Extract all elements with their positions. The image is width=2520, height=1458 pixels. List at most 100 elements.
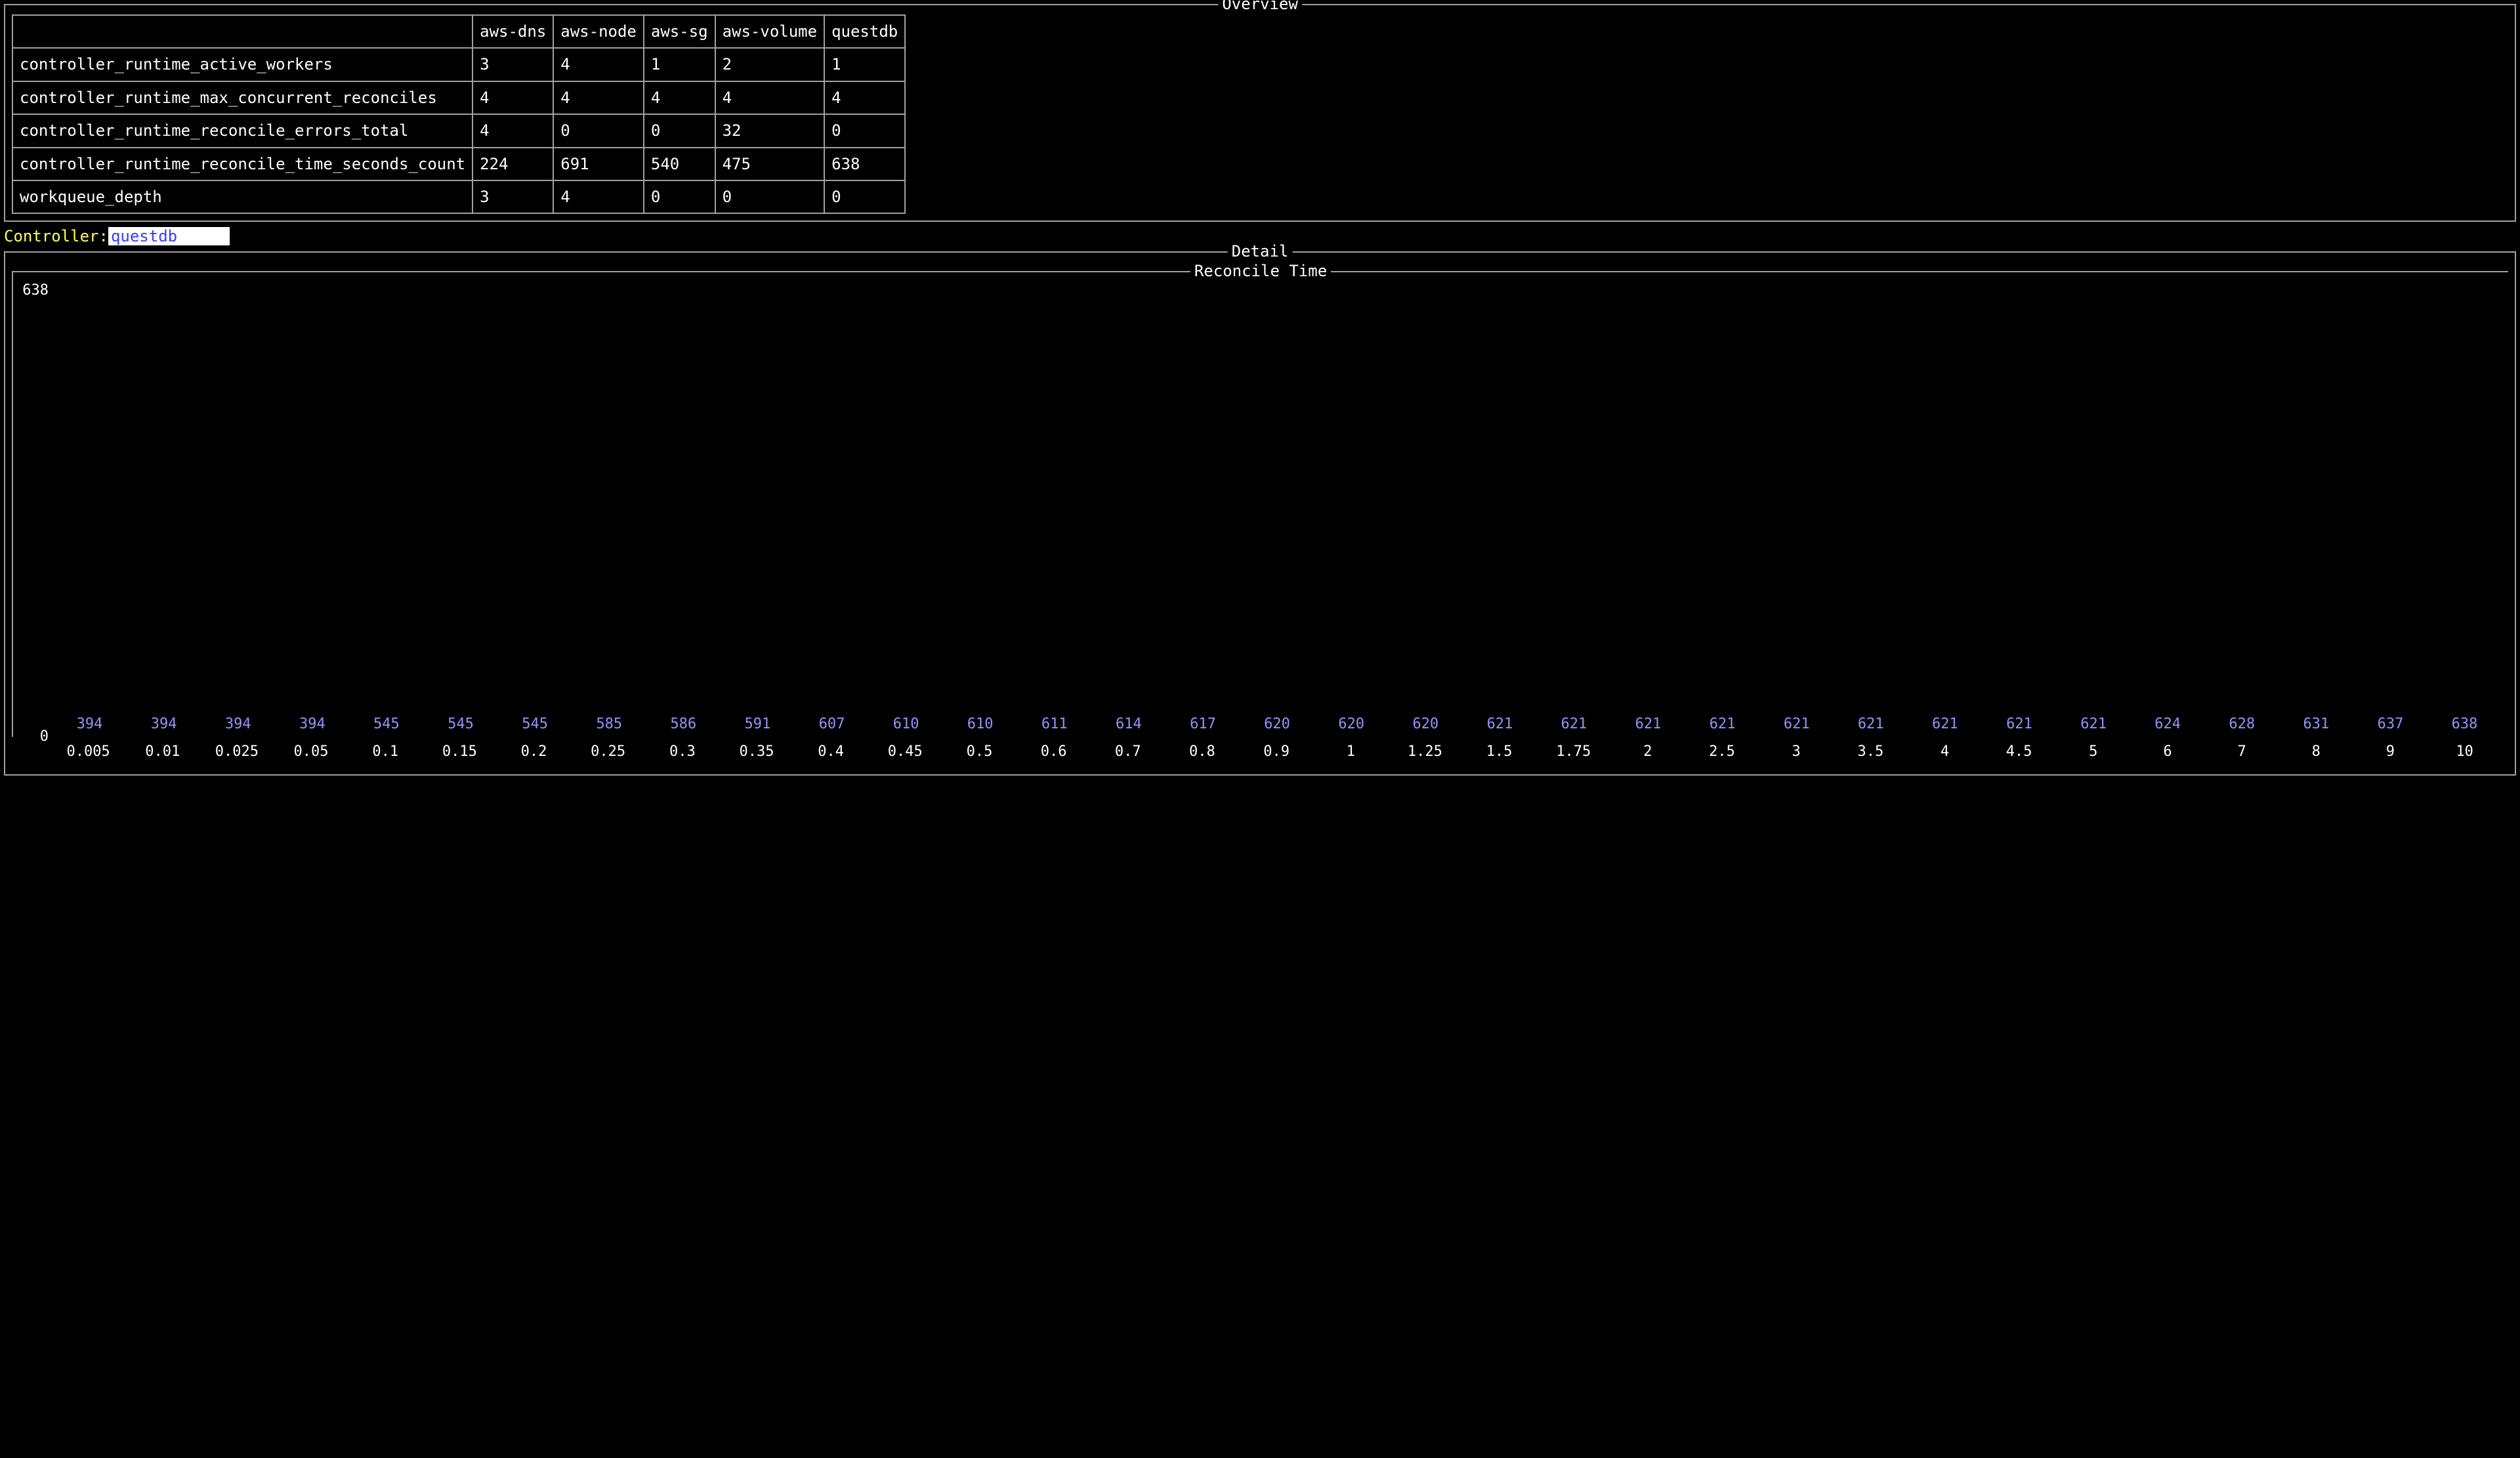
chart-bar-value: 621	[1784, 715, 1810, 734]
metric-value: 4	[553, 48, 644, 81]
chart-bar-column: 638	[2427, 715, 2502, 737]
chart-bar-value: 610	[893, 715, 919, 734]
chart-x-tick: 0.8	[1165, 742, 1239, 762]
chart-x-tick: 0.01	[125, 742, 200, 762]
chart-bar-value: 631	[2303, 715, 2329, 734]
chart-bar-value: 621	[2006, 715, 2032, 734]
chart-bar-column: 628	[2205, 715, 2279, 737]
chart-x-tick: 0.05	[274, 742, 348, 762]
table-header: aws-dns	[472, 15, 553, 48]
chart-x-tick: 1	[1314, 742, 1388, 762]
metric-value: 0	[824, 180, 905, 213]
chart-bar-value: 394	[151, 715, 177, 734]
table-header: questdb	[824, 15, 905, 48]
chart-x-tick: 0.9	[1240, 742, 1314, 762]
controller-input[interactable]: questdb	[108, 227, 230, 245]
metric-value: 224	[472, 148, 553, 180]
overview-title: Overview	[1218, 0, 1302, 14]
metric-value: 0	[824, 114, 905, 147]
metric-value: 2	[715, 48, 825, 81]
chart-bar-value: 586	[670, 715, 696, 734]
chart-bar-value: 620	[1264, 715, 1290, 734]
table-header: aws-node	[553, 15, 644, 48]
metric-value: 4	[644, 81, 715, 114]
chart-x-tick: 3.5	[1834, 742, 1908, 762]
chart-bar-value: 621	[1710, 715, 1736, 734]
metric-value: 4	[553, 180, 644, 213]
chart-bar-column: 545	[349, 715, 423, 737]
metric-value: 1	[644, 48, 715, 81]
metric-value: 0	[715, 180, 825, 213]
metric-value: 0	[644, 114, 715, 147]
table-header-row: aws-dnsaws-nodeaws-sgaws-volumequestdb	[12, 15, 905, 48]
chart-x-tick: 0.005	[51, 742, 125, 762]
chart-x-tick: 4.5	[1982, 742, 2056, 762]
chart-bar-column: 607	[795, 715, 869, 737]
metric-value: 3	[472, 48, 553, 81]
chart-bar-column: 614	[1091, 715, 1166, 737]
chart-bar-column: 617	[1166, 715, 1240, 737]
chart-bar-value: 617	[1190, 715, 1216, 734]
chart-bar-value: 621	[1486, 715, 1513, 734]
table-row: workqueue_depth34000	[12, 180, 905, 213]
metric-value: 638	[824, 148, 905, 180]
chart-bars: 3943943943945455455455855865916076106106…	[52, 291, 2502, 737]
overview-table: aws-dnsaws-nodeaws-sgaws-volumequestdb c…	[12, 14, 906, 214]
controller-label: Controller:	[4, 227, 108, 245]
chart-bar-column: 620	[1240, 715, 1314, 737]
chart-bar-column: 621	[1759, 715, 1834, 737]
chart-bar-column: 620	[1314, 715, 1389, 737]
metric-name: controller_runtime_active_workers	[12, 48, 472, 81]
metric-value: 4	[715, 81, 825, 114]
chart-y-tick: 0	[18, 727, 49, 747]
chart-x-tick: 0.15	[423, 742, 497, 762]
metric-value: 4	[472, 114, 553, 147]
metric-value: 540	[644, 148, 715, 180]
chart-bar-value: 394	[225, 715, 251, 734]
chart-x-tick: 0.35	[719, 742, 793, 762]
chart-bar-value: 620	[1412, 715, 1438, 734]
chart-bar-column: 394	[52, 715, 127, 737]
chart-x-tick: 0.025	[200, 742, 274, 762]
table-row: controller_runtime_reconcile_time_second…	[12, 148, 905, 180]
chart-bar-value: 628	[2229, 715, 2255, 734]
chart-bar-value: 621	[2080, 715, 2107, 734]
metric-value: 0	[553, 114, 644, 147]
chart-x-tick: 0.25	[571, 742, 645, 762]
detail-subtitle: Reconcile Time	[1190, 260, 1331, 281]
chart-x-tick: 8	[2279, 742, 2353, 762]
chart-bar-column: 621	[1685, 715, 1759, 737]
metric-value: 691	[553, 148, 644, 180]
overview-panel: Overview aws-dnsaws-nodeaws-sgaws-volume…	[4, 4, 2516, 222]
chart-bar-column: 585	[572, 715, 646, 737]
chart-bar-column: 591	[721, 715, 795, 737]
chart-bar-column: 610	[869, 715, 943, 737]
chart-bar-value: 620	[1338, 715, 1364, 734]
chart-bar-column: 545	[498, 715, 572, 737]
chart-bar-column: 621	[1611, 715, 1685, 737]
chart-x-tick: 0.2	[497, 742, 571, 762]
chart-bar-value: 394	[77, 715, 103, 734]
chart-bar-column: 394	[201, 715, 275, 737]
chart-x-tick: 0.1	[348, 742, 423, 762]
chart-bar-value: 545	[373, 715, 400, 734]
chart-bar-column: 621	[1537, 715, 1611, 737]
chart-bar-column: 611	[1017, 715, 1091, 737]
chart-bar-value: 621	[1932, 715, 1958, 734]
chart-x-tick: 0.45	[868, 742, 942, 762]
metric-value: 1	[824, 48, 905, 81]
chart-y-tick: 638	[18, 281, 49, 301]
chart-bar-value: 611	[1041, 715, 1068, 734]
reconcile-time-chart: Reconcile Time 3943943943945455455455855…	[12, 253, 2508, 762]
table-header: aws-sg	[644, 15, 715, 48]
chart-x-tick: 7	[2205, 742, 2279, 762]
detail-panel: Detail Reconcile Time 394394394394545545…	[4, 251, 2516, 776]
chart-x-tick: 5	[2056, 742, 2130, 762]
chart-x-tick: 3	[1759, 742, 1834, 762]
table-row: controller_runtime_reconcile_errors_tota…	[12, 114, 905, 147]
chart-x-tick: 1.5	[1462, 742, 1536, 762]
table-row: controller_runtime_active_workers34121	[12, 48, 905, 81]
chart-bar-column: 394	[127, 715, 201, 737]
chart-bar-value: 545	[448, 715, 474, 734]
chart-bar-column: 621	[1982, 715, 2056, 737]
